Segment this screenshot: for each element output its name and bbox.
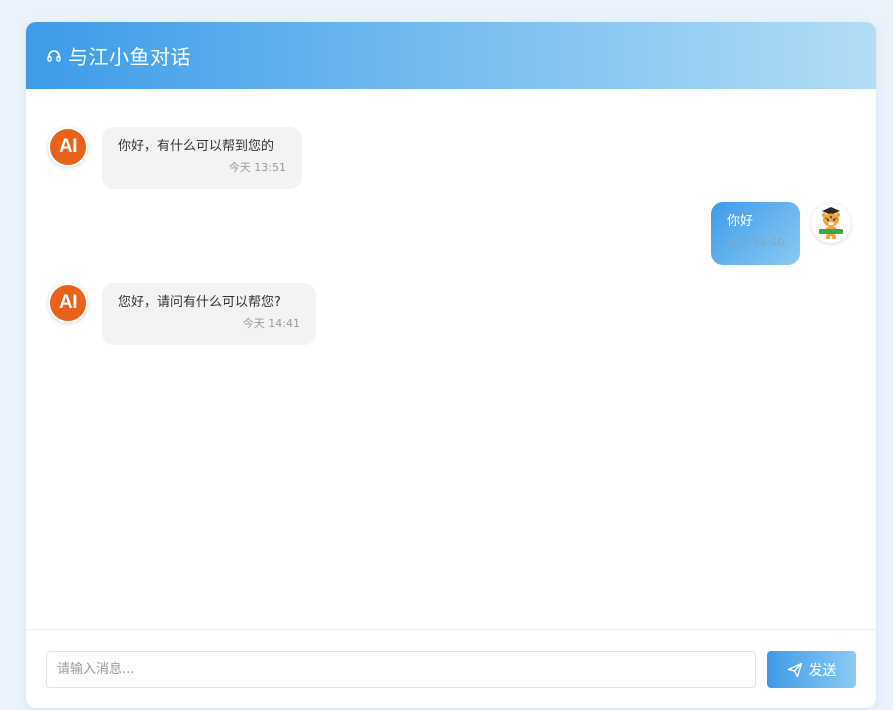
message-ai: AI 您好，请问有什么可以帮您? 今天 14:41 <box>48 283 316 345</box>
message-time: 今天 14:41 <box>242 317 300 330</box>
chat-window: 与江小鱼对话 AI 你好，有什么可以帮到您的 今天 13:51 你好 今天 14… <box>26 22 876 708</box>
send-button[interactable]: 发送 <box>767 651 856 688</box>
chat-title: 与江小鱼对话 <box>68 45 191 69</box>
input-area: 发送 <box>26 629 876 708</box>
ai-avatar-label: AI <box>59 292 78 313</box>
ai-avatar: AI <box>48 127 88 167</box>
message-text: 你好，有什么可以帮到您的 <box>118 139 275 154</box>
ai-avatar-label: AI <box>59 136 78 157</box>
ai-avatar: AI <box>48 283 88 323</box>
message-input[interactable] <box>46 651 756 688</box>
headset-icon <box>46 48 62 64</box>
chat-header: 与江小鱼对话 <box>26 22 876 89</box>
message-bubble: 您好，请问有什么可以帮您? 今天 14:41 <box>102 283 316 345</box>
paper-plane-icon <box>787 662 803 678</box>
message-list[interactable]: AI 你好，有什么可以帮到您的 今天 13:51 你好 今天 14:40 AI … <box>26 89 876 629</box>
message-user: 你好 今天 14:40 <box>711 202 851 265</box>
user-avatar <box>811 203 851 243</box>
message-ai: AI 你好，有什么可以帮到您的 今天 13:51 <box>48 127 302 189</box>
message-time: 今天 13:51 <box>228 161 286 174</box>
message-time: 今天 14:40 <box>727 236 785 249</box>
tiger-mascot-icon <box>813 205 849 241</box>
send-button-label: 发送 <box>808 662 837 679</box>
message-bubble: 你好，有什么可以帮到您的 今天 13:51 <box>102 127 302 189</box>
message-text: 您好，请问有什么可以帮您? <box>118 295 281 310</box>
message-text: 你好 <box>727 214 754 229</box>
message-bubble: 你好 今天 14:40 <box>711 202 800 265</box>
